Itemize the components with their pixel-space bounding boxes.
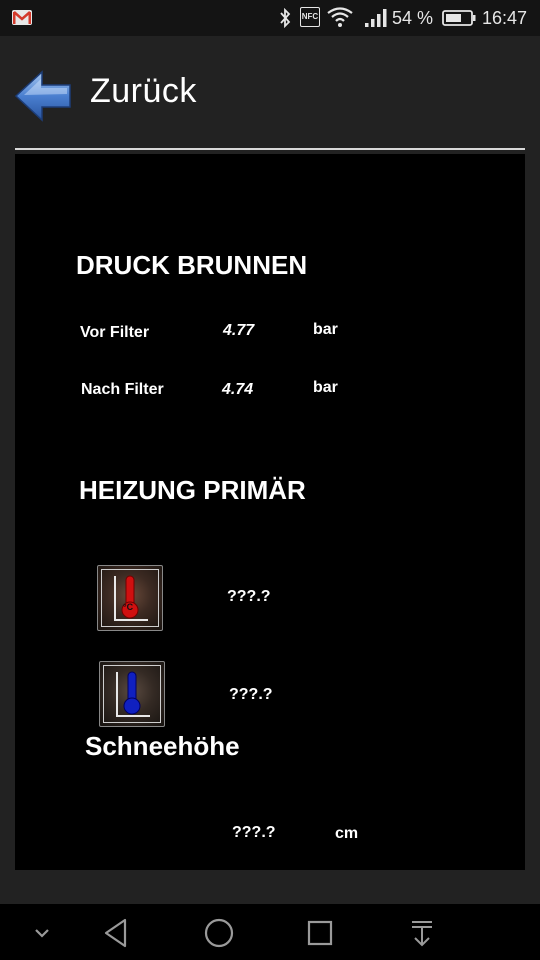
nav-back-button[interactable]: [96, 916, 136, 950]
nav-back-triangle-icon: [104, 918, 127, 948]
schneehoehe-value: ???.?: [232, 824, 276, 841]
app-area: Zurück DRUCK BRUNNEN Vor Filter 4.77 bar…: [0, 36, 540, 904]
battery-icon: [442, 10, 476, 31]
clock: 16:47: [482, 8, 528, 28]
thermometer-hot-unit: °C: [123, 602, 134, 612]
row-unit-vor-filter: bar: [313, 321, 338, 338]
status-bar: NFC 54 % 16:47: [0, 0, 540, 36]
row-label-nach-filter: Nach Filter: [81, 381, 164, 398]
wifi-icon: [327, 7, 353, 32]
thermometer-cold-icon: [114, 668, 154, 727]
nav-recents-button[interactable]: [300, 916, 340, 950]
row-value-vor-filter: 4.77: [223, 322, 255, 339]
header-divider: [15, 148, 525, 150]
navigation-bar: [0, 904, 540, 960]
section-title-druck-brunnen: DRUCK BRUNNEN: [76, 250, 308, 280]
chevron-down-icon: [35, 929, 49, 938]
cold-temperature-value: ???.?: [229, 686, 273, 703]
row-label-vor-filter: Vor Filter: [80, 324, 150, 341]
nfc-icon: NFC: [300, 7, 320, 27]
content-panel: DRUCK BRUNNEN Vor Filter 4.77 bar Nach F…: [15, 154, 525, 870]
thermometer-cold-button[interactable]: [99, 661, 165, 727]
battery-percent: 54 %: [392, 8, 434, 28]
hot-temperature-value: ???.?: [227, 588, 271, 605]
nav-notifications-button[interactable]: [402, 916, 442, 950]
pull-down-notifications-icon: [412, 921, 432, 947]
gmail-notification-icon: [12, 10, 32, 30]
nav-home-button[interactable]: [199, 916, 239, 950]
section-title-heizung-primaer: HEIZUNG PRIMÄR: [79, 475, 306, 505]
section-title-schneehoehe: Schneehöhe: [85, 731, 240, 761]
signal-strength-icon: [364, 8, 388, 33]
row-unit-nach-filter: bar: [313, 379, 338, 396]
nav-home-circle-icon: [204, 918, 234, 948]
nav-recents-square-icon: [307, 920, 333, 946]
back-arrow-icon: [14, 70, 74, 127]
row-value-nach-filter: 4.74: [222, 381, 254, 398]
nav-collapse-button[interactable]: [22, 916, 62, 950]
thermometer-hot-button[interactable]: °C: [97, 565, 163, 631]
back-label: Zurück: [90, 72, 197, 110]
schneehoehe-unit: cm: [335, 825, 359, 842]
back-button[interactable]: Zurück: [14, 68, 214, 126]
bluetooth-icon: [278, 7, 292, 33]
